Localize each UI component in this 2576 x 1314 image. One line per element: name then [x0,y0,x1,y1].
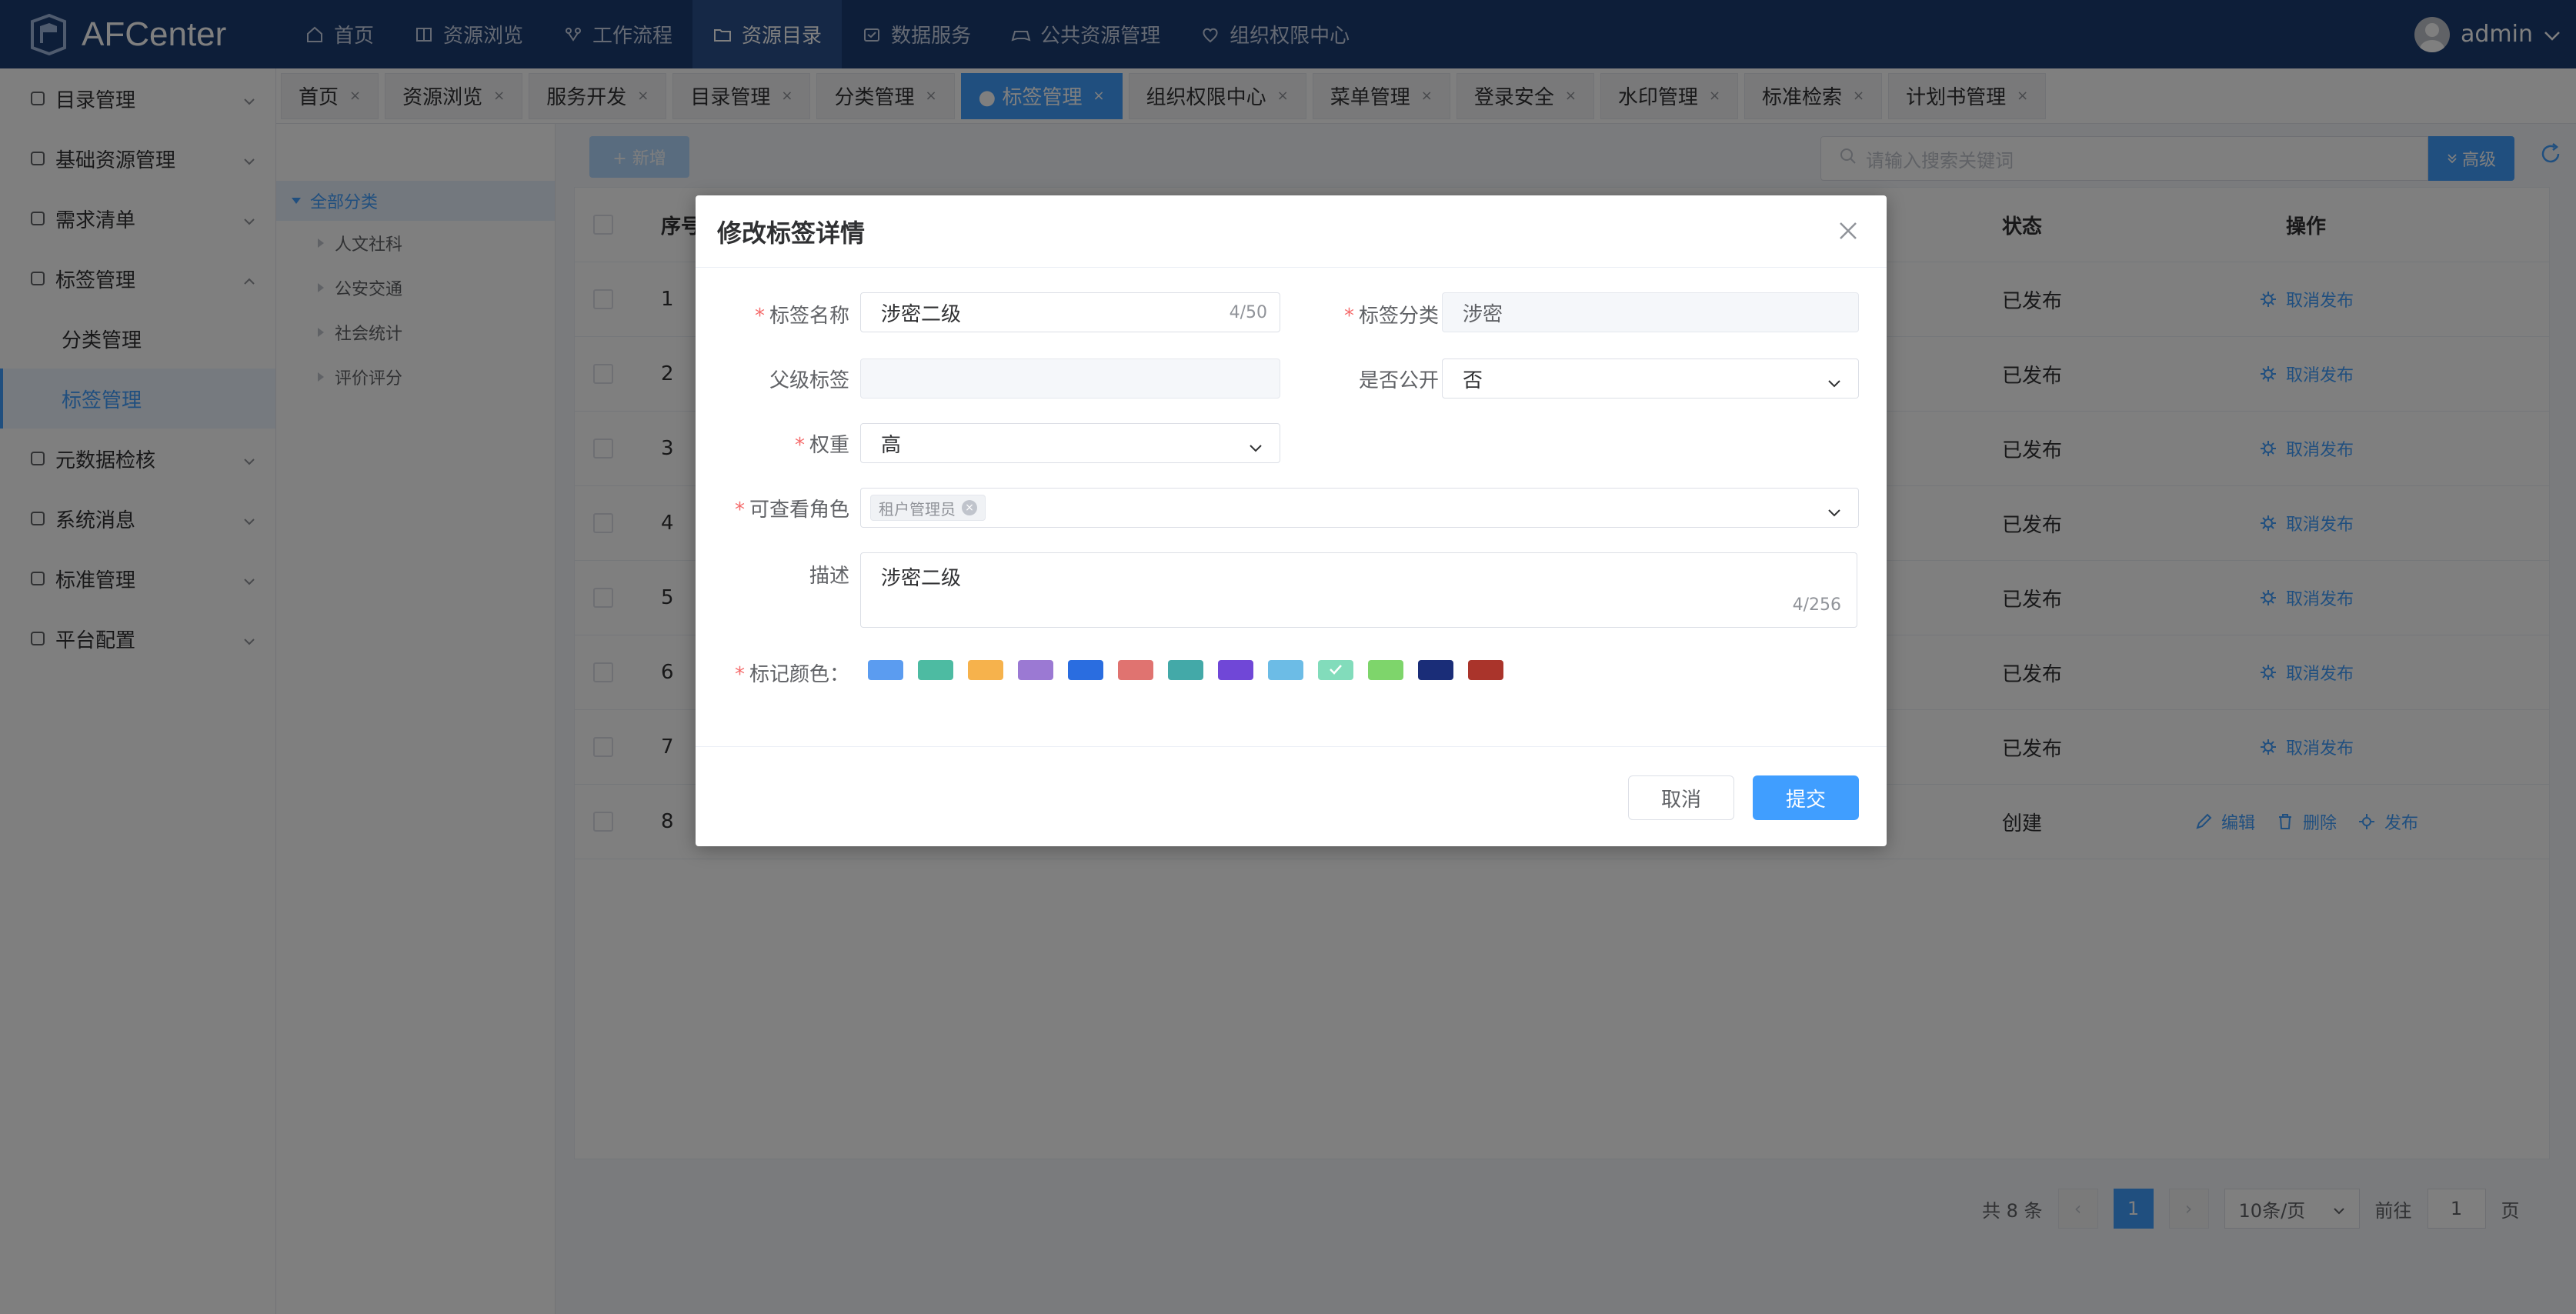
color-swatch[interactable] [1418,660,1453,680]
public-value: 否 [1463,369,1483,392]
color-swatch[interactable] [1068,660,1103,680]
parent-tag-input [860,359,1280,399]
edit-tag-modal: 修改标签详情 * 标签名称 涉密二级 4/50 * 标签分类 涉密 父级标签 是否公… [696,195,1887,846]
tag-name-input[interactable]: 涉密二级 4/50 [860,292,1280,332]
color-swatches [868,660,1503,680]
roles-select[interactable]: 租户管理员 × [860,488,1859,528]
tag-category-input: 涉密 [1442,292,1859,332]
color-swatch[interactable] [1168,660,1203,680]
remove-tag-icon[interactable]: × [962,500,977,515]
description-value: 涉密二级 [881,567,962,590]
color-swatch[interactable] [1268,660,1303,680]
modal-title: 修改标签详情 [717,218,866,248]
description-textarea[interactable]: 涉密二级 4/256 [860,552,1857,628]
color-label: * 标记颜色： [734,663,849,686]
modal-divider [696,746,1887,747]
name-label: * 标签名称 [754,305,849,328]
color-swatch[interactable] [868,660,903,680]
chevron-down-icon [1827,502,1841,517]
role-tag-label: 租户管理员 [879,499,956,519]
color-swatch[interactable] [1118,660,1153,680]
close-icon[interactable] [1837,220,1859,242]
weight-value: 高 [881,433,902,457]
role-tag: 租户管理员 × [870,495,986,521]
cancel-button[interactable]: 取消 [1628,775,1734,820]
roles-label: * 可查看角色 [734,499,849,522]
color-swatch[interactable] [1318,660,1353,680]
color-swatch[interactable] [968,660,1003,680]
chevron-down-icon [1249,438,1263,452]
color-swatch[interactable] [1468,660,1503,680]
color-swatch[interactable] [918,660,953,680]
weight-label: * 权重 [794,434,849,457]
desc-label: 描述 [809,565,849,588]
check-icon [1329,663,1343,679]
parent-label: 父级标签 [769,369,849,392]
weight-select[interactable]: 高 [860,423,1280,463]
tag-category-value: 涉密 [1463,302,1503,326]
category-label: * 标签分类 [1343,305,1439,328]
chevron-down-icon [1827,373,1841,388]
description-counter: 4/256 [1792,595,1841,615]
tag-name-value: 涉密二级 [881,302,962,326]
public-label: 是否公开 [1358,369,1439,392]
color-swatch[interactable] [1368,660,1403,680]
modal-header: 修改标签详情 [696,195,1887,268]
color-swatch[interactable] [1218,660,1253,680]
color-swatch[interactable] [1018,660,1053,680]
tag-name-counter: 4/50 [1229,302,1267,322]
public-select[interactable]: 否 [1442,359,1859,399]
submit-button[interactable]: 提交 [1753,775,1859,820]
